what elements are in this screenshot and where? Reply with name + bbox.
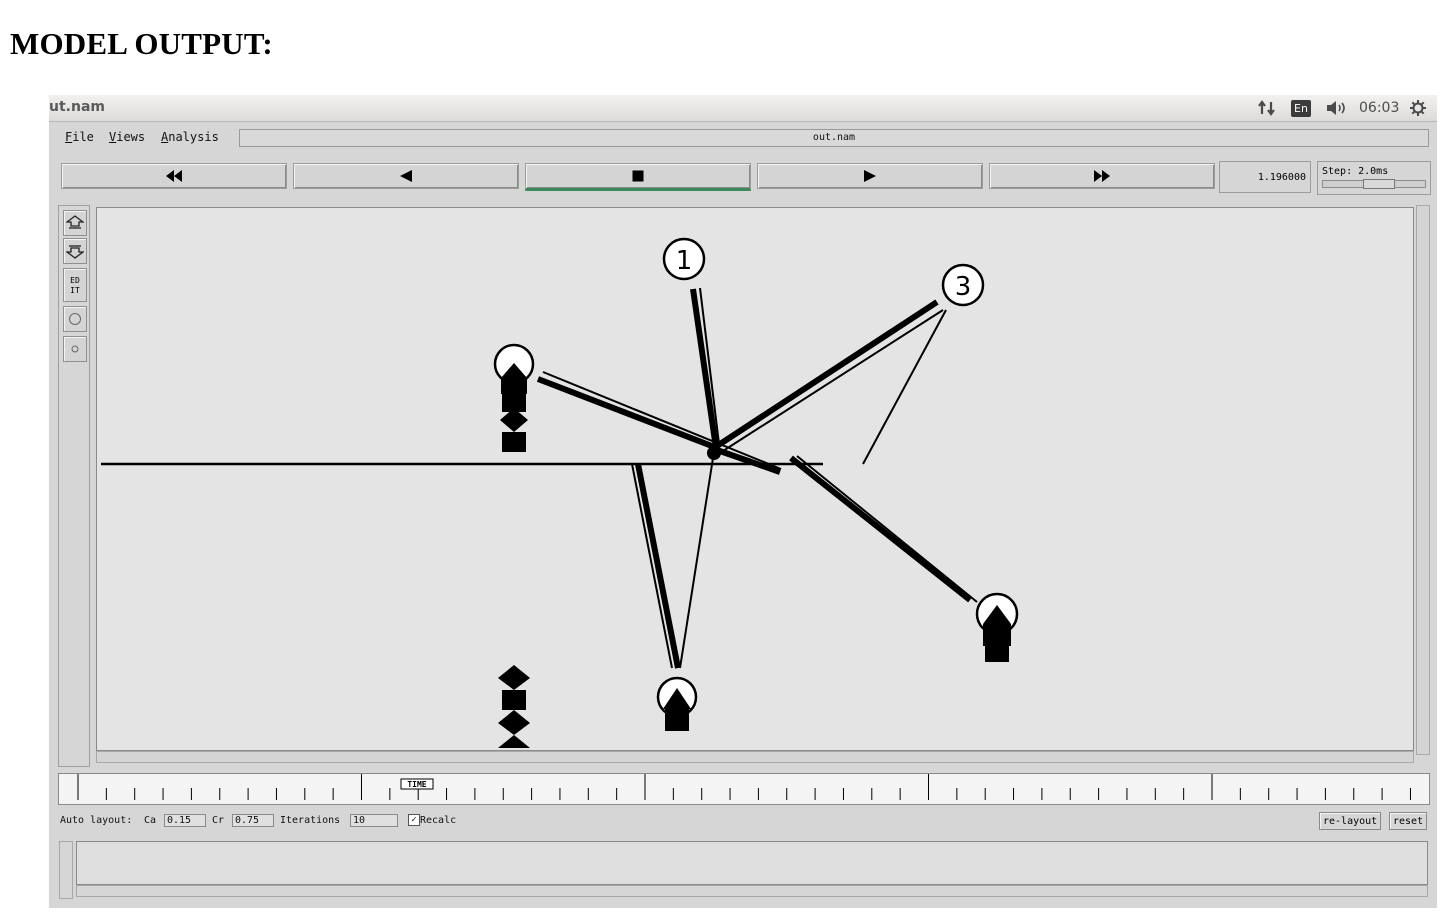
play-forward-button[interactable] xyxy=(757,163,983,189)
animation-canvas[interactable]: 1 3 xyxy=(96,207,1414,751)
cr-input[interactable] xyxy=(232,814,274,827)
ca-label: Ca xyxy=(144,815,157,826)
settings-gear-icon[interactable] xyxy=(1409,97,1427,119)
link-bottom-thin xyxy=(631,463,673,669)
link-bottom-return xyxy=(679,457,714,669)
link-node3-diagonal xyxy=(862,309,947,465)
zoom-out-button[interactable] xyxy=(63,238,87,264)
clock[interactable]: 06:03 xyxy=(1359,97,1399,119)
svg-text:ED: ED xyxy=(70,276,80,285)
timeline-marker: TIME xyxy=(407,780,426,789)
packet-center xyxy=(716,447,781,475)
circle-small-icon xyxy=(71,345,79,353)
link-left-thick xyxy=(536,376,719,451)
network-topology: 1 3 xyxy=(101,237,1019,748)
menu-analysis[interactable]: Analysis xyxy=(161,130,219,144)
annotation-horizontal-scrollbar[interactable] xyxy=(76,885,1428,897)
timeline-slider[interactable]: TIME xyxy=(58,773,1430,805)
timeline-ticks: TIME xyxy=(77,774,1411,800)
ca-input[interactable] xyxy=(164,814,206,827)
fast-forward-icon xyxy=(1094,170,1110,182)
trace-filename: out.nam xyxy=(239,129,1429,147)
canvas-horizontal-scrollbar[interactable] xyxy=(96,751,1414,763)
link-node1-thick xyxy=(690,288,719,449)
edit-button[interactable]: ED IT xyxy=(63,268,87,302)
recalc-label: Recalc xyxy=(420,815,457,826)
edit-icon: ED IT xyxy=(70,276,80,295)
node-size-small-button[interactable] xyxy=(63,336,87,362)
zoom-in-icon xyxy=(66,215,84,229)
packet-queue-bottom-left xyxy=(498,665,530,748)
fast-forward-button[interactable] xyxy=(989,163,1215,189)
auto-layout-label: Auto layout: xyxy=(60,815,133,826)
fast-rewind-icon xyxy=(166,170,182,182)
circle-large-icon xyxy=(69,313,81,325)
node-left[interactable] xyxy=(493,343,535,452)
node-size-large-button[interactable] xyxy=(63,306,87,332)
link-left-thin xyxy=(542,371,782,470)
network-icon[interactable] xyxy=(1257,97,1277,119)
menu-views[interactable]: Views xyxy=(109,130,145,144)
iterations-label: Iterations xyxy=(280,815,341,826)
page-heading: MODEL OUTPUT: xyxy=(10,26,273,61)
stop-icon xyxy=(632,170,644,182)
window-title: ut.nam xyxy=(49,99,105,115)
nam-window: ut.nam En 06:03 File Views Analysis out.… xyxy=(49,95,1437,908)
node-3-label: 3 xyxy=(955,272,972,302)
auto-layout-bar: Auto layout: Ca Cr Iterations ✓ Recalc r… xyxy=(58,811,1434,833)
volume-icon[interactable] xyxy=(1325,97,1349,119)
recalc-checkbox[interactable]: ✓ xyxy=(408,814,420,826)
zoom-in-button[interactable] xyxy=(63,210,87,236)
tool-column: ED IT xyxy=(58,205,90,767)
menu-bar: File Views Analysis out.nam xyxy=(55,127,1431,149)
link-node3-thick xyxy=(715,299,939,449)
current-time-display: 1.196000 xyxy=(1219,161,1311,193)
node-right[interactable] xyxy=(975,592,1019,662)
link-node3-thin xyxy=(722,309,944,452)
step-slider[interactable] xyxy=(1322,179,1426,189)
stop-button[interactable] xyxy=(525,163,751,191)
menu-file[interactable]: File xyxy=(65,130,94,144)
fast-rewind-button[interactable] xyxy=(61,163,287,189)
svg-text:IT: IT xyxy=(70,286,80,295)
step-slider-thumb[interactable] xyxy=(1363,179,1395,189)
step-control: Step: 2.0ms xyxy=(1317,161,1431,195)
link-bottom-thick xyxy=(635,463,681,669)
hub-node xyxy=(707,446,721,460)
step-label: Step: 2.0ms xyxy=(1322,166,1389,177)
cr-label: Cr xyxy=(212,815,225,826)
play-backward-icon xyxy=(400,170,412,182)
node-3[interactable]: 3 xyxy=(941,263,985,307)
annotation-vertical-scrollbar[interactable] xyxy=(59,841,73,899)
node-1[interactable]: 1 xyxy=(662,237,706,281)
annotation-pane[interactable] xyxy=(76,841,1428,885)
link-right-thin xyxy=(796,455,978,603)
system-top-bar: ut.nam En 06:03 xyxy=(49,95,1437,122)
node-1-label: 1 xyxy=(676,246,693,276)
node-bottom[interactable] xyxy=(656,676,698,731)
canvas-vertical-scrollbar[interactable] xyxy=(1416,205,1430,755)
zoom-out-icon xyxy=(66,245,84,259)
reset-button[interactable]: reset xyxy=(1389,812,1428,830)
keyboard-language-indicator[interactable]: En xyxy=(1291,97,1311,119)
relayout-button[interactable]: re-layout xyxy=(1319,812,1382,830)
play-forward-icon xyxy=(864,170,876,182)
iterations-input[interactable] xyxy=(350,814,398,827)
link-right-thick xyxy=(789,455,972,603)
play-backward-button[interactable] xyxy=(293,163,519,189)
